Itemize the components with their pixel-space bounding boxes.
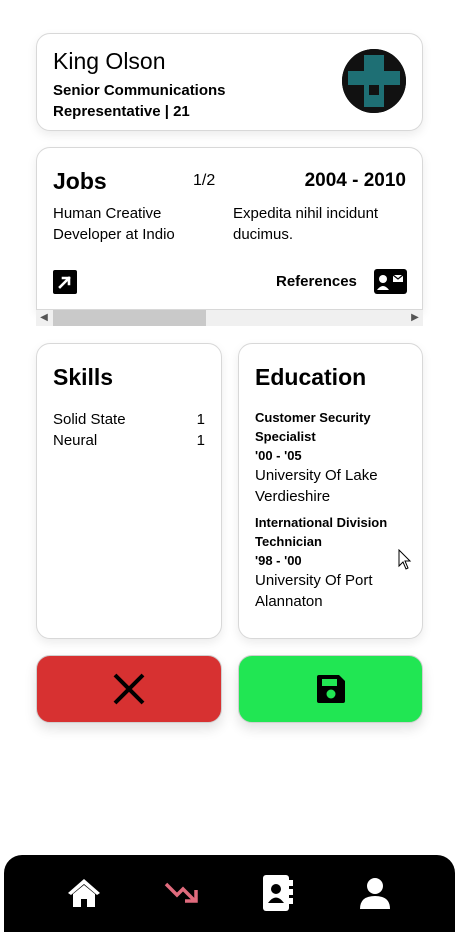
skill-level: 1: [196, 411, 205, 428]
education-school: University Of Lake Verdieshire: [255, 467, 378, 505]
scroll-left-icon[interactable]: ◀: [36, 310, 52, 326]
scroll-right-icon[interactable]: ▶: [407, 310, 423, 326]
education-title: Customer Security Specialist: [255, 410, 371, 444]
skills-card: Skills Solid State 1 Neural 1: [36, 343, 222, 639]
skill-name: Neural: [53, 432, 98, 449]
scrollbar-thumb[interactable]: [53, 310, 206, 326]
skill-name: Solid State: [53, 411, 126, 428]
education-list: Customer Security Specialist '00 - '05 U…: [255, 408, 415, 618]
education-item: Customer Security Specialist '00 - '05 U…: [255, 408, 415, 507]
education-school: University Of Port Alannaton: [255, 572, 373, 610]
home-icon: [68, 879, 100, 907]
mouse-cursor-icon: [398, 548, 412, 575]
education-years: '00 - '05: [255, 448, 302, 463]
identicon-avatar-icon: [342, 49, 406, 113]
education-title: International Division Technician: [255, 515, 388, 549]
address-book-icon: [263, 875, 293, 911]
save-button[interactable]: [238, 655, 423, 723]
cancel-button[interactable]: [36, 655, 222, 723]
jobs-card: Jobs 1/2 2004 - 2010 Human Creative Deve…: [36, 147, 423, 310]
close-icon: [113, 673, 145, 705]
profile-card: King Olson Senior Communications Represe…: [36, 33, 423, 131]
trending-down-icon: [164, 882, 198, 903]
profile-title: Senior Communications Representative | 2…: [53, 82, 226, 120]
education-heading: Education: [255, 364, 367, 390]
nav-home[interactable]: [64, 873, 104, 913]
job-role: Human Creative Developer at Indio: [53, 205, 175, 243]
references-label[interactable]: References: [276, 273, 357, 290]
jobs-scrollbar[interactable]: ◀ ▶: [36, 310, 423, 326]
bottom-nav: [4, 855, 455, 932]
floppy-disk-icon: [316, 675, 345, 703]
skills-heading: Skills: [53, 364, 114, 390]
skill-row: Solid State 1: [53, 409, 205, 430]
education-years: '98 - '00: [255, 553, 302, 568]
skill-level: 1: [196, 432, 205, 449]
profile-name: King Olson: [53, 48, 166, 74]
jobs-years: 2004 - 2010: [304, 170, 406, 191]
skill-row: Neural 1: [53, 430, 205, 451]
avatar[interactable]: [342, 49, 406, 113]
user-icon: [360, 878, 390, 909]
contact-card-icon[interactable]: [374, 269, 407, 294]
education-card: Education Customer Security Specialist '…: [238, 343, 423, 639]
nav-trending[interactable]: [161, 873, 201, 913]
skills-list: Solid State 1 Neural 1: [53, 409, 205, 451]
nav-contacts[interactable]: [257, 873, 297, 913]
jobs-pager: 1/2: [193, 172, 216, 189]
jobs-heading: Jobs: [53, 168, 107, 194]
nav-profile[interactable]: [355, 873, 395, 913]
job-description: Expedita nihil incidunt ducimus.: [233, 205, 379, 243]
education-item: International Division Technician '98 - …: [255, 513, 415, 612]
external-link-icon[interactable]: [53, 270, 77, 294]
